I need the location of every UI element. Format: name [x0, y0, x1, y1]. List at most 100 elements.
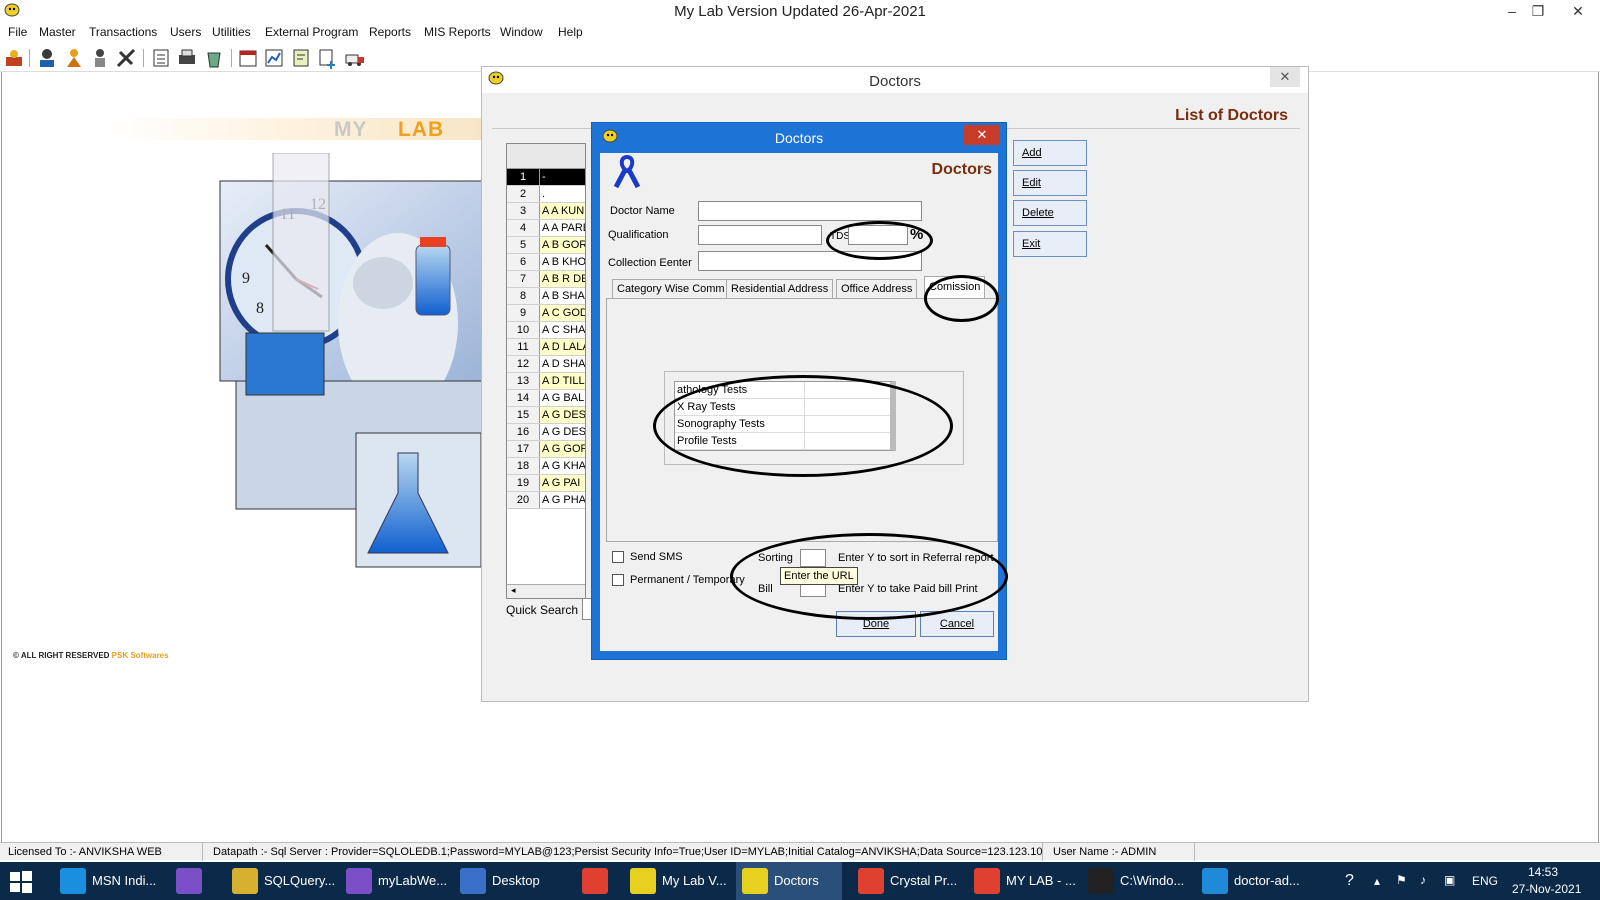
table-row[interactable]: 9A C GODB	[507, 305, 585, 322]
table-row[interactable]: 4A A PAREK	[507, 220, 585, 237]
notes-icon[interactable]	[290, 47, 312, 69]
taskbar-button[interactable]: Doctors	[736, 862, 842, 900]
doctor-name-input[interactable]	[698, 201, 922, 221]
table-row[interactable]: 13A D TILLU	[507, 373, 585, 390]
taskbar-button[interactable]: doctor-ad...	[1196, 862, 1312, 900]
table-row[interactable]: 8A B SHAH	[507, 288, 585, 305]
permanent-temporary-checkbox[interactable]	[612, 574, 624, 586]
table-row[interactable]: 12A D SHAH	[507, 356, 585, 373]
add-document-icon[interactable]	[316, 47, 338, 69]
table-row[interactable]: 5A B GORE	[507, 237, 585, 254]
bill-hint: Enter Y to take Paid bill Print	[838, 583, 978, 595]
cancel-button[interactable]: Cancel	[920, 611, 994, 637]
patient-icon[interactable]	[36, 47, 58, 69]
edit-button[interactable]: Edit	[1013, 170, 1087, 196]
table-row[interactable]: 17A G GORE	[507, 441, 585, 458]
table-row[interactable]: 3A A KUNDI	[507, 203, 585, 220]
menu-window[interactable]: Window	[500, 25, 543, 39]
tab-office-address[interactable]: Office Address	[836, 279, 918, 298]
printer-icon[interactable]	[176, 47, 198, 69]
restore-button[interactable]: ❐	[1516, 0, 1560, 22]
done-button[interactable]: Done	[836, 611, 916, 637]
sorting-input[interactable]	[800, 549, 826, 567]
tab-comission[interactable]: Comission	[924, 276, 986, 298]
tab-category-wise-comm[interactable]: Category Wise Comm	[612, 279, 730, 298]
start-button-icon[interactable]	[10, 871, 32, 893]
menu-external-program[interactable]: External Program	[265, 25, 358, 39]
table-row[interactable]: 14A G BALLA	[507, 390, 585, 407]
collection-center-input[interactable]	[698, 251, 922, 271]
dialog-close-button[interactable]: ✕	[964, 125, 1000, 145]
tools-icon[interactable]	[115, 47, 137, 69]
commission-value-cell[interactable]	[805, 399, 890, 415]
recycle-bin-icon[interactable]	[203, 47, 225, 69]
table-row[interactable]: 7A B R DES	[507, 271, 585, 288]
table-row[interactable]: 11A D LALAN	[507, 339, 585, 356]
send-sms-label: Send SMS	[630, 551, 683, 563]
table-row[interactable]: 2.	[507, 186, 585, 203]
menu-file[interactable]: File	[8, 25, 27, 39]
taskbar-button[interactable]: SQLQuery...	[226, 862, 334, 900]
horizontal-scrollbar[interactable]: ◂	[507, 584, 585, 598]
taskbar-button[interactable]: C:\Windo...	[1082, 862, 1190, 900]
taskbar-button[interactable]	[170, 862, 220, 900]
user-icon[interactable]	[89, 47, 111, 69]
table-row[interactable]: Profile Tests	[675, 433, 890, 450]
table-row[interactable]: 18A G KHAN	[507, 458, 585, 475]
commission-value-cell[interactable]	[805, 382, 890, 398]
tds-input[interactable]	[848, 225, 908, 245]
taskbar-button[interactable]: Desktop	[454, 862, 570, 900]
delete-button[interactable]: Delete	[1013, 200, 1087, 226]
chevron-up-icon[interactable]: ▴	[1374, 874, 1380, 900]
commission-test-name: X Ray Tests	[675, 399, 805, 415]
network-icon[interactable]: ▣	[1444, 873, 1455, 900]
table-row[interactable]: 20A G PHADI	[507, 492, 585, 509]
doctors-grid[interactable]: 1-2.3A A KUNDI4A A PAREK5A B GORE6A B KH…	[506, 143, 586, 599]
table-row[interactable]: X Ray Tests	[675, 399, 890, 416]
table-row[interactable]: Sonography Tests	[675, 416, 890, 433]
flag-icon[interactable]: ⚑	[1396, 873, 1407, 900]
add-button[interactable]: Add	[1013, 140, 1087, 166]
menu-transactions[interactable]: Transactions	[89, 25, 157, 39]
clock-date[interactable]: 27-Nov-2021	[1512, 882, 1581, 900]
table-row[interactable]: 19 A G PAI	[507, 475, 585, 492]
taskbar-button[interactable]: MSN Indi...	[54, 862, 164, 900]
commission-value-cell[interactable]	[805, 416, 890, 432]
qualification-input[interactable]	[698, 225, 822, 245]
tab-residential-address[interactable]: Residential Address	[726, 279, 834, 298]
menu-help[interactable]: Help	[558, 25, 583, 39]
scroll-left-icon[interactable]: ◂	[511, 585, 516, 596]
menu-mis-reports[interactable]: MIS Reports	[424, 25, 491, 39]
menu-users[interactable]: Users	[170, 25, 201, 39]
taskbar-button[interactable]: myLabWe...	[340, 862, 448, 900]
menu-master[interactable]: Master	[39, 25, 76, 39]
license-status: Licensed To :- ANVIKSHA WEB	[0, 843, 203, 861]
taskbar-button[interactable]: Crystal Pr...	[852, 862, 962, 900]
table-row[interactable]: athology Tests	[675, 382, 890, 399]
table-row[interactable]: 16A G DESHI	[507, 424, 585, 441]
calendar-icon[interactable]	[237, 47, 259, 69]
report-icon[interactable]	[150, 47, 172, 69]
taskbar-button[interactable]: My Lab V...	[624, 862, 730, 900]
commission-value-cell[interactable]	[805, 433, 890, 449]
taskbar-button[interactable]	[576, 862, 620, 900]
menu-reports[interactable]: Reports	[369, 25, 411, 39]
close-app-button[interactable]: ✕	[1556, 0, 1600, 22]
send-sms-checkbox[interactable]	[612, 551, 624, 563]
volume-icon[interactable]: ♪	[1420, 873, 1426, 900]
delivery-icon[interactable]	[344, 47, 366, 69]
help-icon[interactable]: ?	[1345, 872, 1354, 900]
table-row[interactable]: 10A C SHAH	[507, 322, 585, 339]
table-row[interactable]: 1-	[507, 169, 585, 186]
close-icon[interactable]: ✕	[1270, 67, 1300, 87]
table-row[interactable]: 6A B KHOT	[507, 254, 585, 271]
chart-icon[interactable]	[263, 47, 285, 69]
commission-table[interactable]: athology Tests X Ray Tests Sonography Te…	[674, 381, 896, 451]
menu-utilities[interactable]: Utilities	[212, 25, 251, 39]
language-indicator[interactable]: ENG	[1472, 874, 1498, 900]
table-row[interactable]: 15A G DESAI	[507, 407, 585, 424]
doctor-icon[interactable]	[63, 47, 85, 69]
lab-icon[interactable]	[3, 47, 25, 69]
taskbar-button[interactable]: MY LAB - ...	[968, 862, 1076, 900]
exit-button[interactable]: Exit	[1013, 231, 1087, 257]
